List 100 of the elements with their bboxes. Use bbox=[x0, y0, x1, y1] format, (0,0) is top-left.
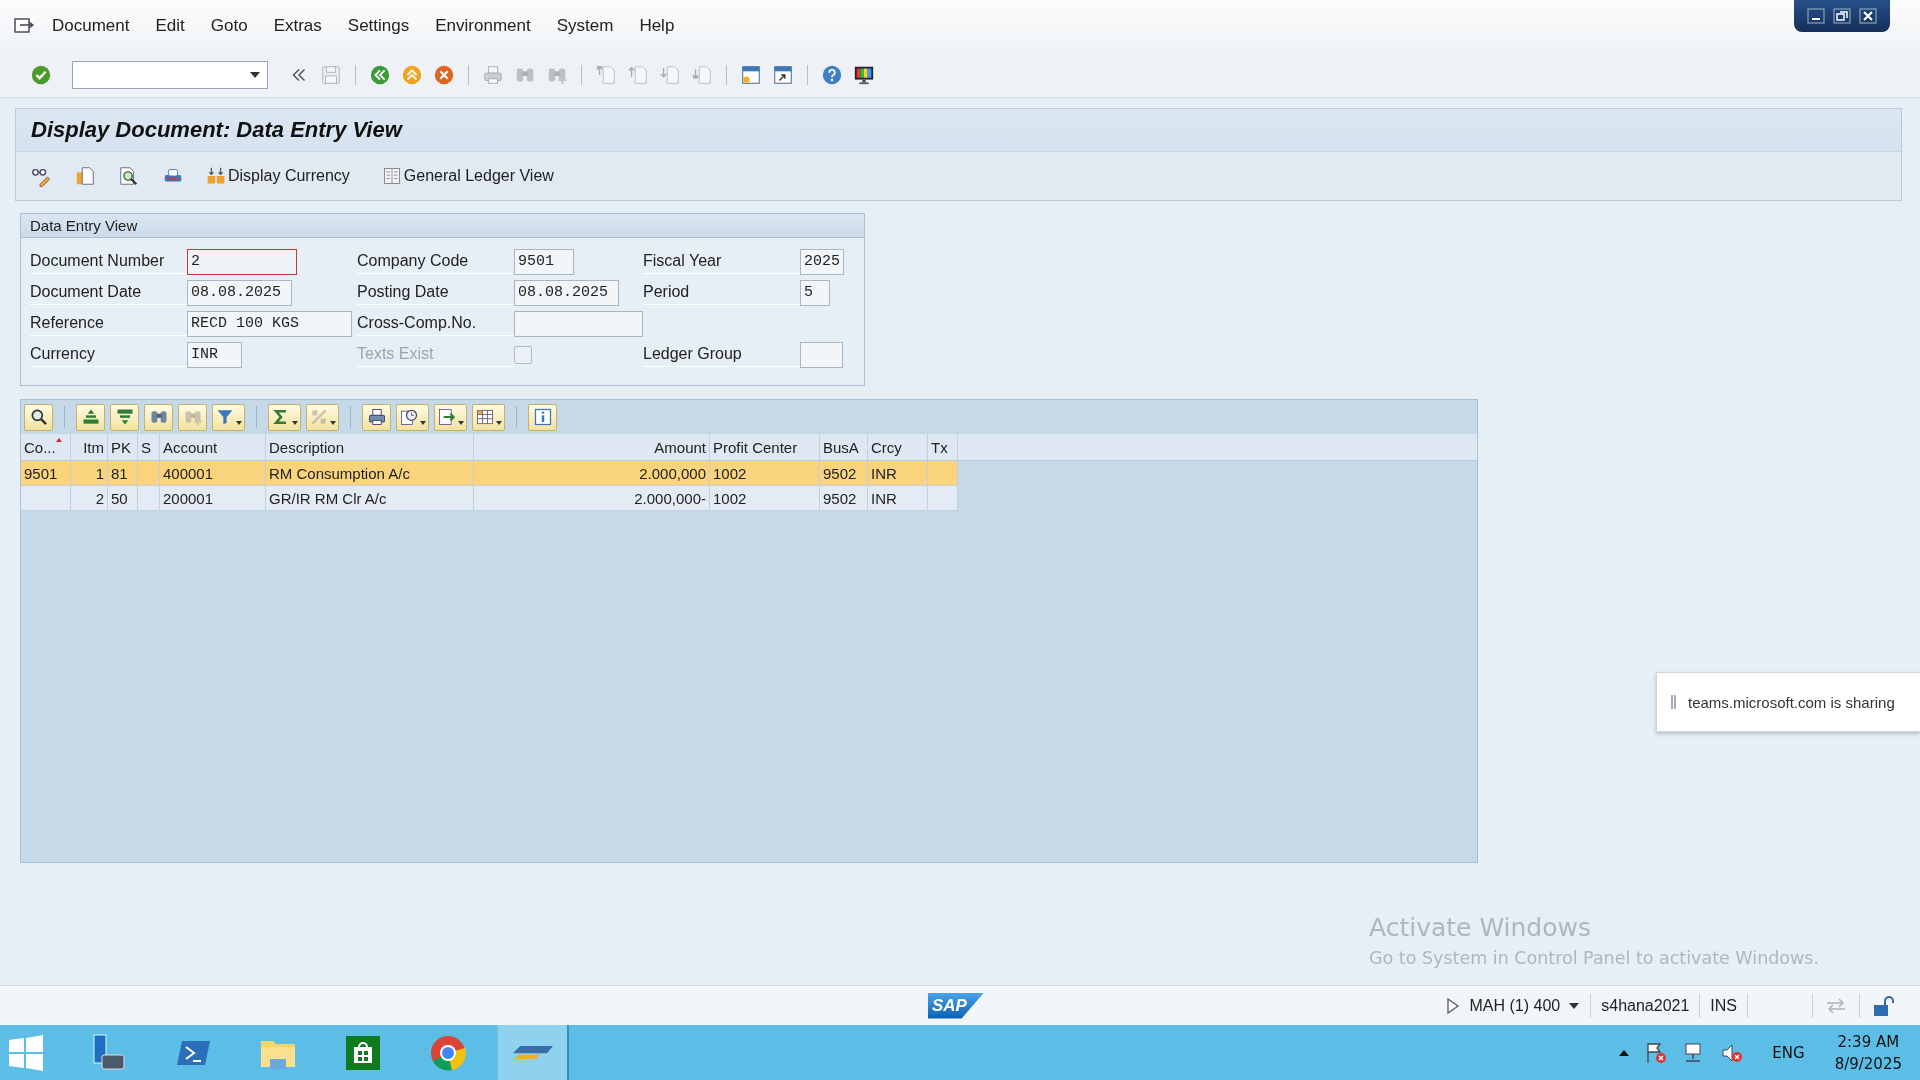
grid-toolbar-button[interactable] bbox=[396, 403, 429, 431]
menu-item[interactable]: System bbox=[556, 16, 614, 36]
input-field[interactable]: RECD 100 KGS bbox=[187, 310, 352, 337]
menu-item[interactable]: Document bbox=[52, 16, 130, 36]
table-cell: 400001 bbox=[163, 464, 214, 482]
help-icon[interactable] bbox=[821, 63, 843, 86]
activation-text: Go to System in Control Panel to activate Windows. bbox=[1369, 948, 1820, 968]
lock-icon[interactable] bbox=[1872, 994, 1894, 1017]
table-cell: 9502 bbox=[823, 489, 857, 507]
table-row[interactable]: 2 50 200001 GR/IR RM Clr A/c 2.000,000- 1002 9502 INR bbox=[21, 486, 958, 511]
notification-text: teams.microsoft.com is sharing bbox=[1688, 693, 1895, 711]
session-info[interactable]: MAH (1) 400 bbox=[1469, 996, 1561, 1015]
insert-mode: INS bbox=[1710, 996, 1737, 1015]
menu-item[interactable]: Settings bbox=[347, 16, 410, 36]
restore-icon[interactable] bbox=[1832, 7, 1852, 25]
column-header[interactable]: S bbox=[138, 434, 160, 460]
column-header[interactable]: Co... bbox=[21, 434, 71, 460]
new-window-icon[interactable] bbox=[740, 63, 762, 86]
sap-logo: SAP bbox=[928, 992, 984, 1019]
table-cell: GR/IR RM Clr A/c bbox=[269, 489, 387, 507]
grid-toolbar-button[interactable] bbox=[472, 403, 505, 431]
flag-icon[interactable] bbox=[1644, 1040, 1669, 1065]
caret-icon bbox=[420, 420, 426, 425]
toolbar-button[interactable]: General Ledger View bbox=[381, 166, 554, 186]
input-field[interactable]: 9501 bbox=[514, 248, 574, 275]
system-name: s4hana2021 bbox=[1601, 996, 1690, 1015]
subtotal-icon bbox=[309, 407, 329, 427]
table-cell: INR bbox=[871, 489, 897, 507]
table-layout-icon bbox=[475, 407, 495, 427]
minimize-icon[interactable] bbox=[1806, 7, 1826, 25]
document-magnifier-icon[interactable] bbox=[118, 165, 140, 187]
activation-title: Activate Windows bbox=[1369, 913, 1592, 942]
play-icon[interactable] bbox=[1445, 996, 1460, 1015]
menu-icon[interactable] bbox=[14, 17, 34, 35]
column-header[interactable]: Itm bbox=[71, 434, 108, 460]
windows-logo-icon bbox=[7, 1033, 45, 1072]
table-cell: INR bbox=[871, 464, 897, 482]
column-header[interactable]: Crcy bbox=[868, 434, 928, 460]
input-field[interactable]: 08.08.2025 bbox=[514, 279, 619, 306]
back-icon[interactable] bbox=[369, 63, 391, 86]
table-cell: 81 bbox=[111, 464, 128, 482]
table-cell: 9501 bbox=[24, 464, 58, 482]
caret-icon[interactable] bbox=[1568, 1001, 1581, 1010]
dropdown-caret-icon[interactable] bbox=[249, 70, 261, 79]
language-indicator[interactable]: ENG bbox=[1772, 1043, 1805, 1062]
column-header[interactable]: Description bbox=[266, 434, 474, 460]
menu-item[interactable]: Goto bbox=[210, 16, 248, 36]
check-icon[interactable] bbox=[30, 63, 52, 86]
input-field[interactable] bbox=[800, 341, 843, 368]
document-clock-icon bbox=[399, 407, 419, 427]
input-field[interactable] bbox=[514, 310, 643, 337]
cancel-icon[interactable] bbox=[433, 63, 455, 86]
menu-item[interactable]: Edit bbox=[155, 16, 185, 36]
drag-handle-icon[interactable] bbox=[1671, 695, 1676, 709]
input-field[interactable]: INR bbox=[187, 341, 242, 368]
grid-toolbar-button[interactable] bbox=[24, 403, 53, 431]
taskbar-button[interactable] bbox=[497, 1025, 569, 1080]
shortcut-icon[interactable] bbox=[772, 63, 794, 86]
ledger-icon bbox=[381, 166, 402, 186]
group-title: Data Entry View bbox=[30, 217, 138, 234]
info-icon bbox=[532, 407, 553, 427]
caret-icon bbox=[330, 420, 336, 425]
printer-icon bbox=[366, 407, 387, 427]
input-field[interactable]: 2025 bbox=[800, 248, 844, 275]
table-cell: 200001 bbox=[163, 489, 214, 507]
table-cell: 2.000,000 bbox=[639, 464, 706, 482]
funnel-icon bbox=[215, 407, 235, 427]
column-header[interactable]: Amount bbox=[474, 434, 710, 460]
column-header[interactable]: Profit Center bbox=[710, 434, 820, 460]
menu-item[interactable]: Extras bbox=[273, 16, 322, 36]
field-label: Texts Exist bbox=[357, 342, 514, 367]
table-cell: 1 bbox=[95, 464, 104, 482]
command-field[interactable] bbox=[72, 60, 268, 89]
column-header[interactable]: PK bbox=[108, 434, 138, 460]
grid-toolbar-button[interactable] bbox=[362, 403, 391, 431]
up-arrow-icon[interactable] bbox=[1618, 1048, 1631, 1057]
column-header[interactable]: Account bbox=[160, 434, 266, 460]
caret-icon bbox=[496, 420, 502, 425]
menu-item[interactable]: Help bbox=[639, 16, 675, 36]
screen-title: Display Document: Data Entry View bbox=[31, 117, 402, 143]
export-icon bbox=[437, 407, 457, 427]
input-field[interactable]: 2 bbox=[187, 248, 297, 275]
close-icon[interactable] bbox=[1858, 7, 1878, 25]
table-cell: 9502 bbox=[823, 464, 857, 482]
toolbar-button[interactable]: Display Currency bbox=[206, 166, 350, 186]
clock[interactable]: 2:39 AM 8/9/2025 bbox=[1834, 1030, 1902, 1075]
stripes-icon bbox=[512, 1045, 553, 1060]
grid-toolbar-button[interactable] bbox=[434, 403, 467, 431]
input-field[interactable]: 5 bbox=[800, 279, 830, 306]
table-cell: 2.000,000- bbox=[634, 489, 706, 507]
document-stack-icon[interactable] bbox=[74, 165, 96, 187]
table-row[interactable]: 9501 1 81 400001 RM Consumption A/c 2.000,000 1002 9502 INR bbox=[21, 461, 958, 486]
table-cell: RM Consumption A/c bbox=[269, 464, 410, 482]
column-header[interactable]: BusA bbox=[820, 434, 868, 460]
column-header[interactable]: Tx bbox=[928, 434, 958, 460]
table-cell: 50 bbox=[111, 489, 128, 507]
caret-icon bbox=[236, 420, 242, 425]
input-field[interactable]: 08.08.2025 bbox=[187, 279, 292, 306]
menu-item[interactable]: Environment bbox=[435, 16, 531, 36]
caret-icon bbox=[458, 420, 464, 425]
